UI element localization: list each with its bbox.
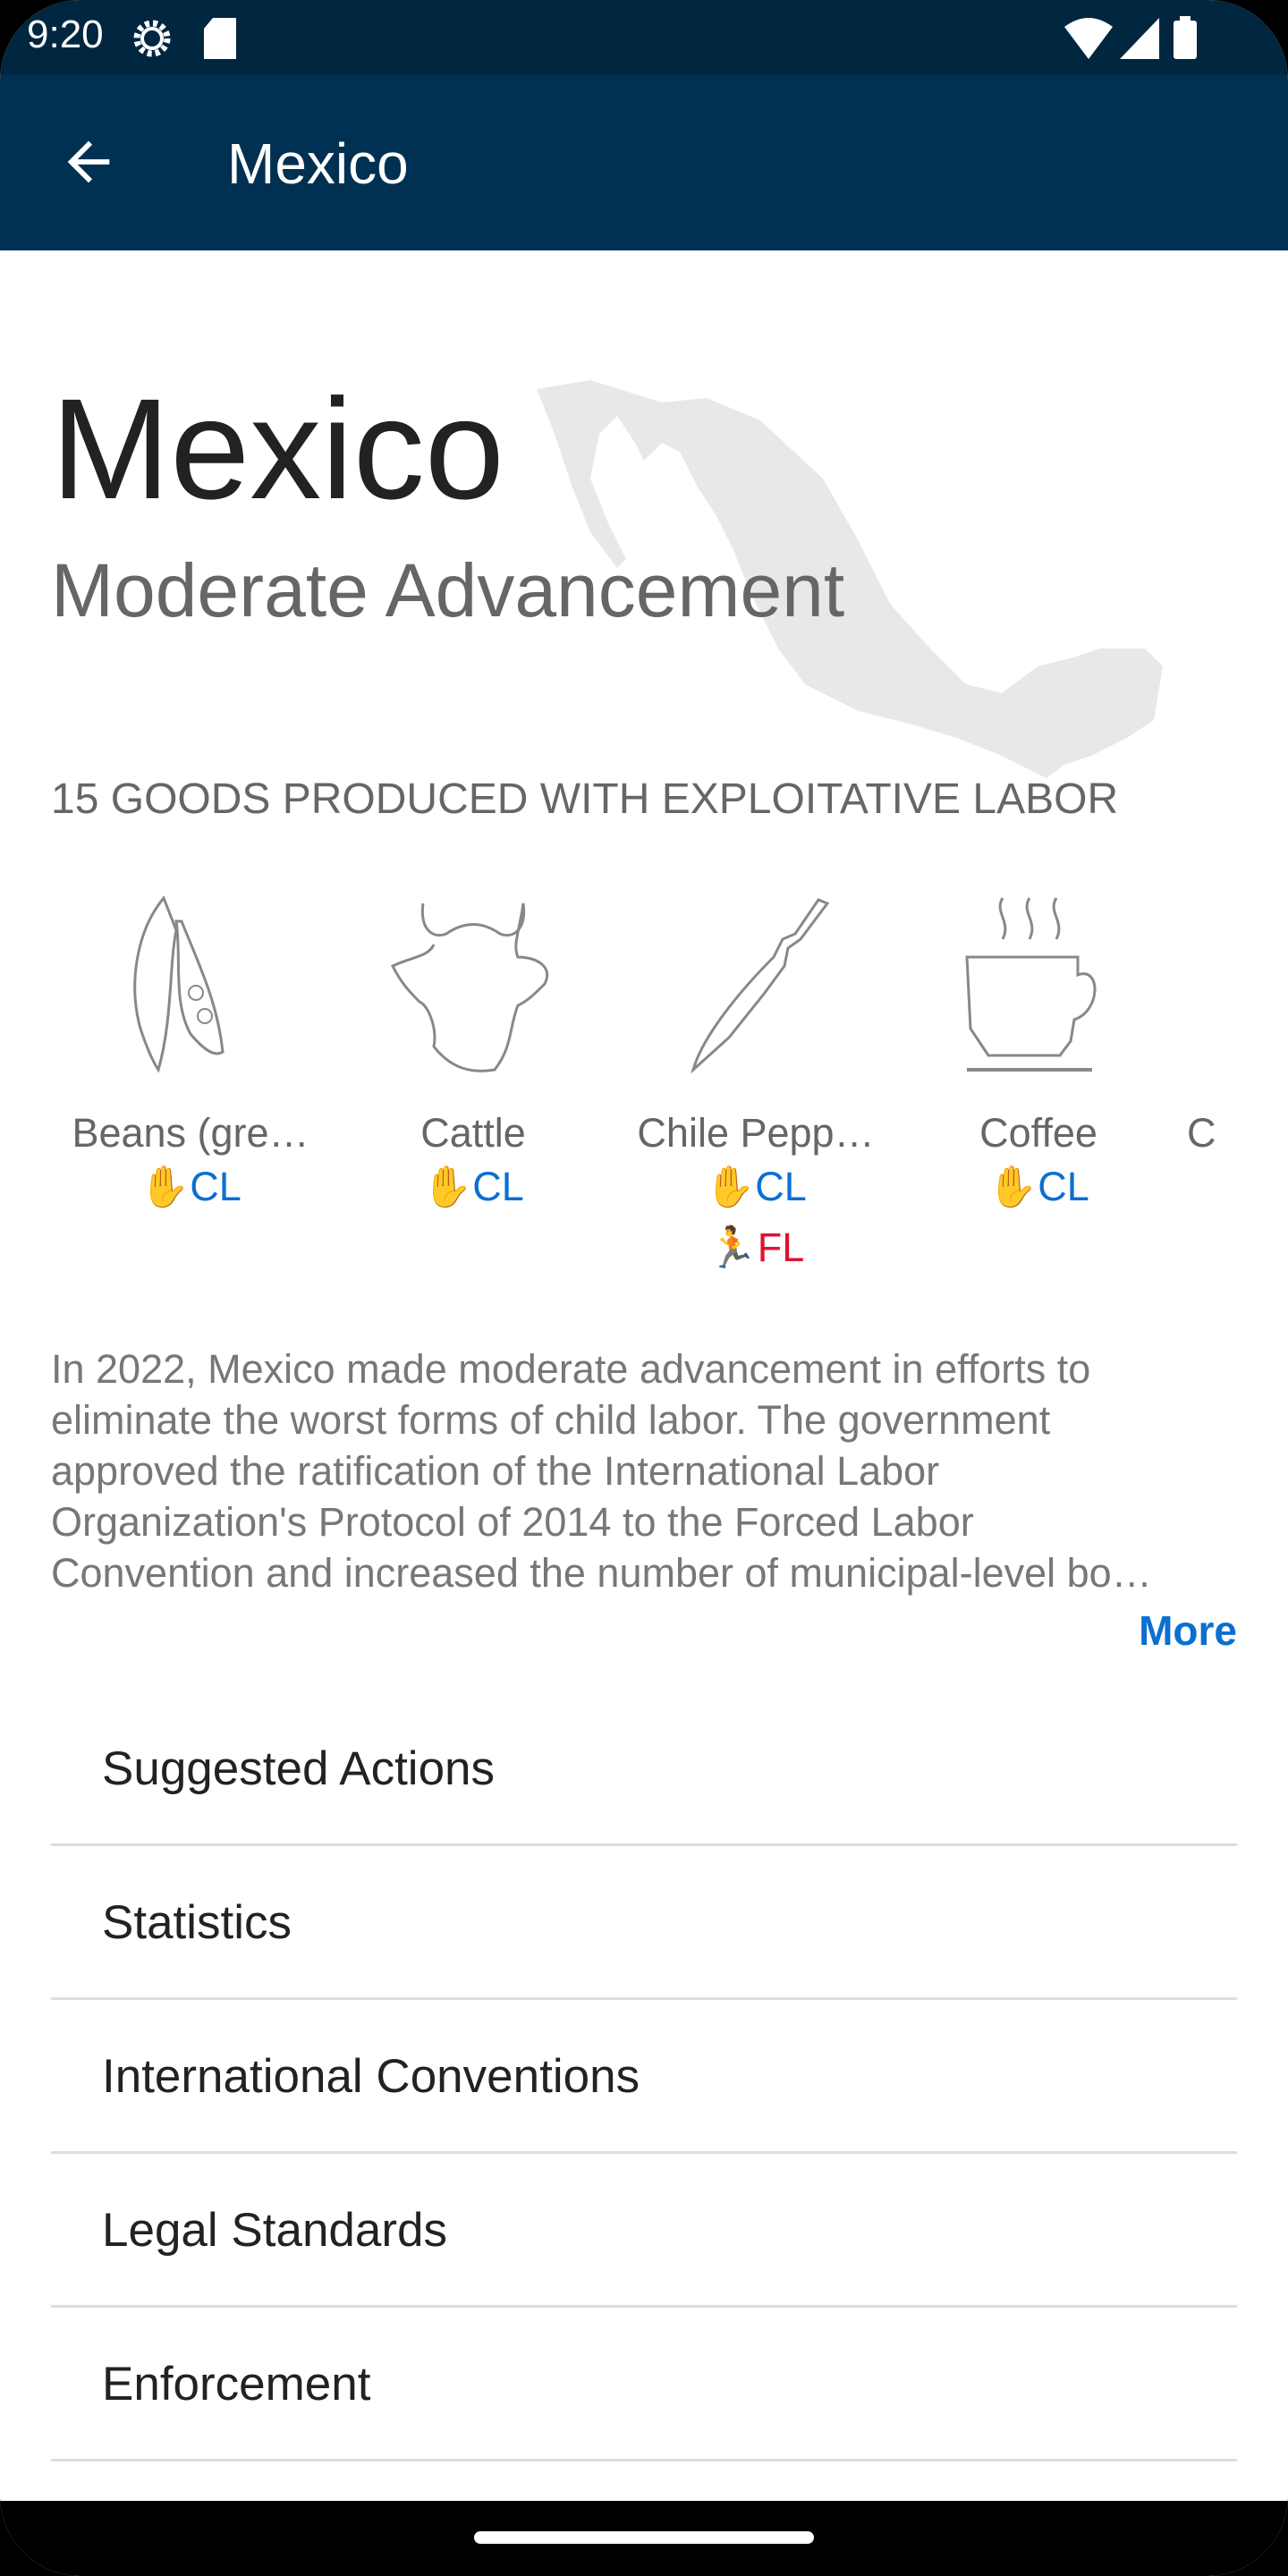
hand-icon: ✋ — [140, 1164, 191, 1209]
good-label: Chile Pepp… — [637, 1110, 875, 1156]
child-labor-tag: ✋CL — [987, 1164, 1089, 1209]
status-bar: 9:20 — [0, 0, 1288, 75]
section-legal-standards[interactable]: Legal Standards — [51, 2154, 1237, 2308]
app-bar: Mexico — [0, 75, 1288, 250]
hand-icon: ✋ — [987, 1164, 1038, 1209]
good-item-cattle[interactable]: Cattle ✋CL — [339, 894, 607, 1217]
forced-labor-tag: 🏃FL — [707, 1224, 805, 1270]
good-item-coffee[interactable]: Coffee ✋CL — [904, 894, 1173, 1217]
hand-icon: ✋ — [705, 1164, 756, 1209]
assessment-level: Moderate Advancement — [51, 548, 845, 632]
child-labor-tag: ✋CL — [705, 1164, 807, 1209]
section-statistics[interactable]: Statistics — [51, 1846, 1237, 2000]
summary-line: In 2022, Mexico made moderate advancemen… — [51, 1346, 1091, 1392]
summary-line: Organization's Protocol of 2014 to the F… — [51, 1499, 974, 1545]
more-link[interactable]: More — [1139, 1606, 1237, 1655]
summary-line: Convention and increased the number of m… — [51, 1550, 1152, 1596]
summary-line: eliminate the worst forms of child labor… — [51, 1397, 1051, 1443]
section-international-conventions[interactable]: International Conventions — [51, 2000, 1237, 2154]
wifi-icon — [1064, 18, 1113, 59]
running-person-icon: 🏃 — [707, 1224, 758, 1270]
section-enforcement[interactable]: Enforcement — [51, 2308, 1237, 2462]
cow-head-icon — [390, 902, 549, 1072]
good-item-chile-peppers[interactable]: Chile Pepp… ✋CL 🏃FL — [622, 894, 890, 1278]
home-handle[interactable] — [474, 2531, 814, 2544]
good-label: C — [1187, 1110, 1216, 1156]
screen: 9:20 Mexico Mexico Moderate Advancement … — [0, 0, 1288, 2576]
good-label: Coffee — [979, 1110, 1097, 1156]
goods-heading: 15 GOODS PRODUCED WITH EXPLOITATIVE LABO… — [51, 775, 1119, 823]
battery-icon — [1174, 16, 1197, 59]
signal-icon — [1120, 18, 1159, 59]
bean-pod-icon — [133, 895, 225, 1073]
section-list: Suggested Actions Statistics Internation… — [51, 1692, 1237, 2462]
settings-gear-icon — [133, 20, 171, 57]
summary-line: approved the ratification of the Interna… — [51, 1448, 940, 1494]
country-name: Mexico — [51, 369, 504, 529]
good-item-partial[interactable]: C — [1187, 894, 1288, 1157]
child-labor-tag: ✋CL — [140, 1164, 242, 1209]
status-time: 9:20 — [27, 13, 104, 56]
section-suggested-actions[interactable]: Suggested Actions — [51, 1692, 1237, 1846]
child-labor-tag: ✋CL — [422, 1164, 524, 1209]
sd-card-icon — [204, 18, 236, 59]
app-bar-title: Mexico — [227, 131, 409, 196]
coffee-cup-icon — [965, 897, 1097, 1072]
hand-icon: ✋ — [422, 1164, 473, 1209]
good-item-beans[interactable]: Beans (gre… ✋CL — [56, 894, 325, 1217]
navigation-bar — [0, 2501, 1288, 2576]
arrow-left-icon[interactable] — [57, 131, 120, 193]
chile-pepper-icon — [691, 898, 830, 1074]
good-label: Beans (gre… — [72, 1110, 309, 1156]
summary-text: In 2022, Mexico made moderate advancemen… — [51, 1343, 1241, 1598]
good-label: Cattle — [420, 1110, 526, 1156]
